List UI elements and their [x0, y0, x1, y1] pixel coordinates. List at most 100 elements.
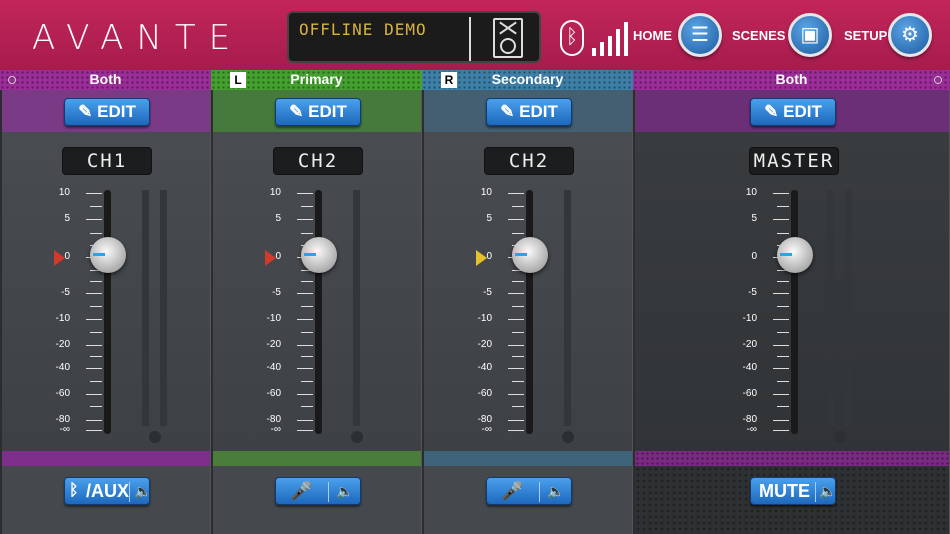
top-bar: AVANTE OFFLINE DEMO ᛒ HOME ☰ SCENES ▣ SE…: [0, 0, 950, 70]
edit-label: EDIT: [783, 102, 822, 121]
db-scale: 10 5 0 -5 -10 -20 -40 -60 -80 -∞: [42, 187, 102, 443]
fader-track[interactable]: [526, 190, 533, 434]
speaker-volume-icon: 🔈: [134, 483, 152, 499]
home-button[interactable]: ☰: [678, 13, 722, 57]
channel-name: MASTER: [749, 147, 839, 175]
home-label[interactable]: HOME: [633, 28, 672, 43]
strip-footer: [213, 451, 421, 466]
scale-label: -10: [742, 313, 757, 324]
bluetooth-icon[interactable]: ᛒ: [560, 20, 584, 56]
scale-label: -∞: [270, 424, 281, 435]
level-marker-arrow-icon: [54, 250, 65, 266]
zone-both-right: Both: [633, 70, 950, 90]
scale-label: -5: [272, 287, 281, 298]
scale-label: 10: [745, 187, 757, 198]
button-divider: [815, 482, 816, 502]
speaker-volume-icon: 🔈: [336, 483, 354, 499]
fader-track[interactable]: [104, 190, 111, 434]
zone-label: Both: [89, 71, 122, 87]
edit-button[interactable]: ✎ EDIT: [750, 98, 836, 126]
edit-button[interactable]: ✎ EDIT: [64, 98, 150, 126]
bluetooth-aux-button[interactable]: ᛒ /AUX 🔈: [64, 477, 152, 505]
microphone-input-button[interactable]: 🎤 🔈: [275, 477, 361, 505]
zone-dot: [8, 76, 16, 84]
save-disk-icon: ▣: [800, 24, 820, 46]
clip-indicator: [834, 431, 846, 443]
scale-label: -40: [742, 362, 757, 373]
scale-label: 10: [58, 187, 70, 198]
setup-label[interactable]: SETUP: [844, 28, 887, 43]
zone-primary: L Primary: [211, 70, 422, 90]
scenes-label[interactable]: SCENES: [732, 28, 785, 43]
mute-button[interactable]: MUTE 🔈: [750, 477, 836, 505]
scale-label: -20: [477, 339, 492, 350]
scale-label: -5: [61, 287, 70, 298]
scale-label: -40: [477, 362, 492, 373]
level-meter: [353, 190, 360, 426]
scale-label: -40: [266, 362, 281, 373]
scale-label: 5: [751, 213, 757, 224]
strip-footer: [424, 451, 632, 466]
scale-label: -5: [748, 287, 757, 298]
edit-button[interactable]: ✎ EDIT: [486, 98, 572, 126]
zone-bar: Both L Primary R Secondary Both: [0, 70, 950, 90]
channel-strip-ch1: ✎ EDIT CH1 10 5 0 -5 -10 -20 -40 -60 -80…: [0, 90, 211, 534]
microphone-input-button[interactable]: 🎤 🔈: [486, 477, 572, 505]
scale-label: -60: [266, 388, 281, 399]
strip-bottom: MUTE 🔈: [635, 466, 949, 534]
clip-indicator: [149, 431, 161, 443]
scale-label: 5: [275, 213, 281, 224]
scale-label: 0: [751, 251, 757, 262]
speaker-icon: [493, 18, 523, 58]
strip-bottom: 🎤 🔈: [424, 466, 632, 534]
scale-label: -10: [55, 313, 70, 324]
scale-label: -∞: [481, 424, 492, 435]
fader-track[interactable]: [791, 190, 798, 434]
scale-label: 5: [486, 213, 492, 224]
level-marker-arrow-icon: [476, 250, 487, 266]
display-divider: [469, 17, 471, 61]
channel-strip-ch2-secondary: ✎ EDIT CH2 10 5 0 -5 -10 -20 -40 -60 -80…: [422, 90, 633, 534]
mute-label: MUTE: [759, 481, 810, 501]
mixer-sliders-icon: ☰: [691, 24, 709, 46]
level-marker-arrow-icon: [265, 250, 276, 266]
zone-dot: [934, 76, 942, 84]
button-divider: [539, 482, 540, 502]
db-scale: 10 5 0 -5 -10 -20 -40 -60 -80 -∞: [253, 187, 313, 443]
setup-button[interactable]: ⚙: [888, 13, 932, 57]
channel-name: CH2: [484, 147, 574, 175]
strip-header: ✎ EDIT: [213, 90, 421, 132]
bottom-label: /AUX: [86, 481, 130, 501]
level-meter-left: [142, 190, 149, 426]
db-scale: 10 5 0 -5 -10 -20 -40 -60 -80 -∞: [464, 187, 524, 443]
strip-header: ✎ EDIT: [2, 90, 210, 132]
scenes-button[interactable]: ▣: [788, 13, 832, 57]
fader-knob[interactable]: [512, 237, 548, 273]
scale-label: -20: [742, 339, 757, 350]
fader-track[interactable]: [315, 190, 322, 434]
clip-indicator: [562, 431, 574, 443]
edit-label: EDIT: [519, 102, 558, 121]
level-meter-right: [845, 190, 852, 426]
speaker-volume-icon: 🔈: [547, 483, 565, 499]
strip-bottom: ᛒ /AUX 🔈: [2, 466, 210, 534]
edit-button[interactable]: ✎ EDIT: [275, 98, 361, 126]
scale-label: -∞: [59, 424, 70, 435]
zone-secondary: R Secondary: [422, 70, 633, 90]
scale-label: 5: [64, 213, 70, 224]
fader-knob[interactable]: [90, 237, 126, 273]
scale-label: -60: [742, 388, 757, 399]
fader-knob[interactable]: [777, 237, 813, 273]
microphone-icon: 🎤: [501, 481, 524, 501]
brand-logo: AVANTE: [32, 18, 244, 58]
status-display: OFFLINE DEMO: [287, 11, 541, 63]
scale-label: -20: [55, 339, 70, 350]
button-divider: [129, 482, 130, 502]
scale-label: -5: [483, 287, 492, 298]
zone-tag-r: R: [441, 72, 457, 88]
edit-label: EDIT: [308, 102, 347, 121]
channel-name: CH1: [62, 147, 152, 175]
gear-icon: ⚙: [901, 24, 919, 46]
fader-knob[interactable]: [301, 237, 337, 273]
channel-strip-ch2-primary: ✎ EDIT CH2 10 5 0 -5 -10 -20 -40 -60 -80…: [211, 90, 422, 534]
